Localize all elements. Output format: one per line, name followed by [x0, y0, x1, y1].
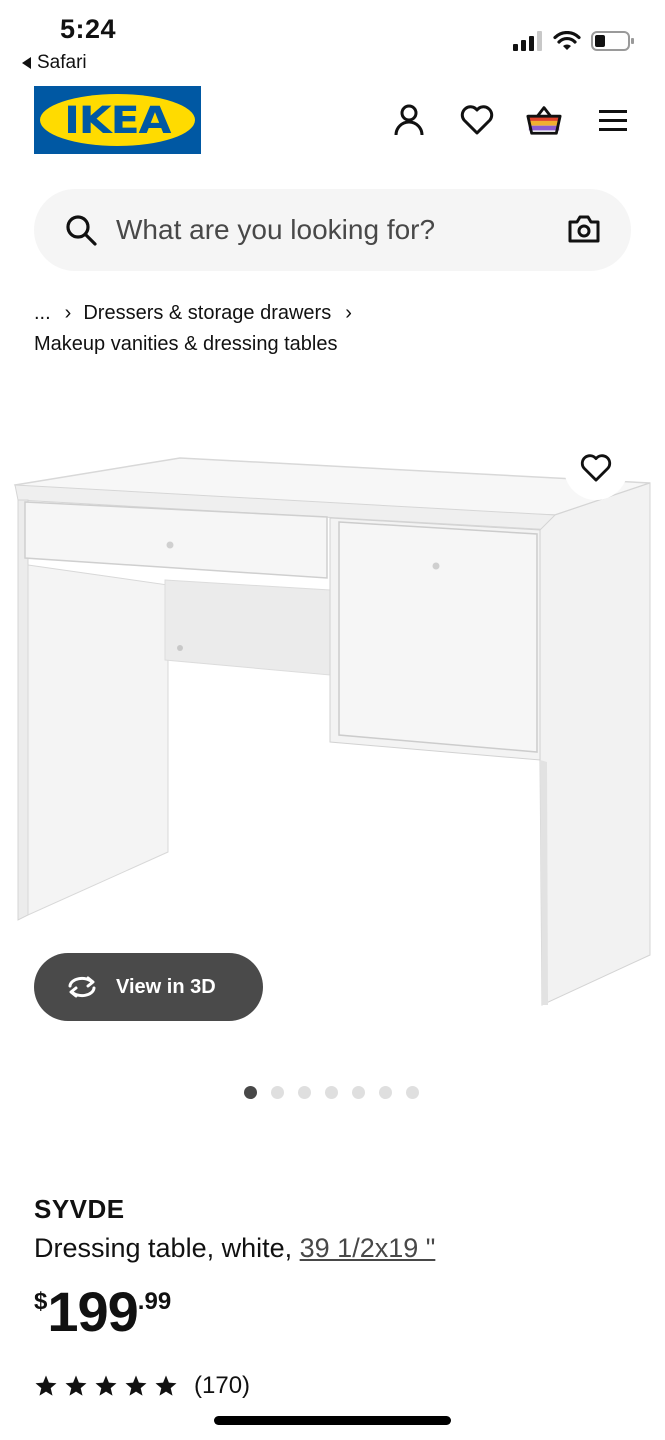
- rating-count: (170): [194, 1372, 251, 1399]
- breadcrumb-ellipsis[interactable]: ...: [34, 302, 51, 324]
- carousel-dot[interactable]: [406, 1086, 419, 1099]
- carousel-dot[interactable]: [298, 1086, 311, 1099]
- wifi-icon: [553, 31, 581, 50]
- star-icon: [35, 1375, 57, 1396]
- heart-icon: [580, 454, 612, 482]
- image-carousel-dots: [244, 1086, 419, 1099]
- home-indicator: [214, 1416, 451, 1425]
- rotate-3d-icon: [68, 976, 96, 998]
- breadcrumb-current[interactable]: Makeup vanities & dressing tables: [34, 333, 338, 355]
- carousel-dot[interactable]: [271, 1086, 284, 1099]
- battery-icon: [591, 31, 634, 51]
- menu-button[interactable]: [595, 102, 631, 138]
- star-icon: [155, 1375, 177, 1396]
- heart-icon: [460, 105, 494, 135]
- wishlist-button[interactable]: [459, 102, 495, 138]
- basket-button[interactable]: [526, 102, 562, 138]
- hamburger-menu-icon: [599, 110, 627, 131]
- view-in-3d-button[interactable]: View in 3D: [34, 953, 263, 1021]
- logo-oval: IKEA: [40, 94, 195, 146]
- status-bar: 5:24 Safari: [0, 0, 665, 80]
- chevron-right-icon: ›: [345, 302, 352, 324]
- account-icon: [394, 104, 424, 136]
- back-arrow-icon: [22, 57, 31, 69]
- search-bar[interactable]: [34, 189, 631, 271]
- product-size-link[interactable]: 39 1/2x19 ": [300, 1233, 436, 1263]
- basket-icon: [526, 106, 562, 135]
- save-to-wishlist-button[interactable]: [564, 436, 628, 500]
- price-decimal: .99: [137, 1288, 172, 1315]
- view-in-3d-label: View in 3D: [116, 975, 216, 998]
- product-description: Dressing table, white, 39 1/2x19 ": [34, 1233, 435, 1264]
- product-name: SYVDE: [34, 1194, 125, 1224]
- status-icons: [513, 30, 635, 52]
- breadcrumb: ... › Dressers & storage drawers › Makeup v…: [34, 298, 634, 360]
- status-time: 5:24: [60, 14, 117, 44]
- chevron-right-icon: ›: [64, 302, 72, 324]
- back-to-app-link[interactable]: Safari: [22, 52, 87, 74]
- price-currency: $: [34, 1288, 48, 1315]
- carousel-dot[interactable]: [325, 1086, 338, 1099]
- back-app-label: Safari: [37, 52, 87, 73]
- price-integer: 199: [47, 1280, 138, 1343]
- star-icon: [125, 1375, 147, 1396]
- star-icon: [65, 1375, 87, 1396]
- ikea-logo[interactable]: IKEA: [34, 86, 201, 154]
- product-rating[interactable]: (170): [34, 1372, 250, 1400]
- account-button[interactable]: [391, 102, 427, 138]
- product-description-text: Dressing table, white,: [34, 1233, 293, 1263]
- star-icon: [95, 1375, 117, 1396]
- carousel-dot[interactable]: [352, 1086, 365, 1099]
- product-price: $ 199 .99: [34, 1280, 171, 1344]
- site-header: IKEA: [0, 84, 665, 158]
- camera-search-icon[interactable]: [567, 213, 601, 245]
- breadcrumb-dressers-link[interactable]: Dressers & storage drawers: [83, 302, 331, 324]
- carousel-dot[interactable]: [379, 1086, 392, 1099]
- search-icon: [66, 215, 97, 246]
- carousel-dot[interactable]: [244, 1086, 257, 1099]
- cellular-signal-icon: [513, 31, 542, 51]
- logo-text: IKEA: [64, 98, 171, 142]
- search-input[interactable]: [116, 189, 546, 271]
